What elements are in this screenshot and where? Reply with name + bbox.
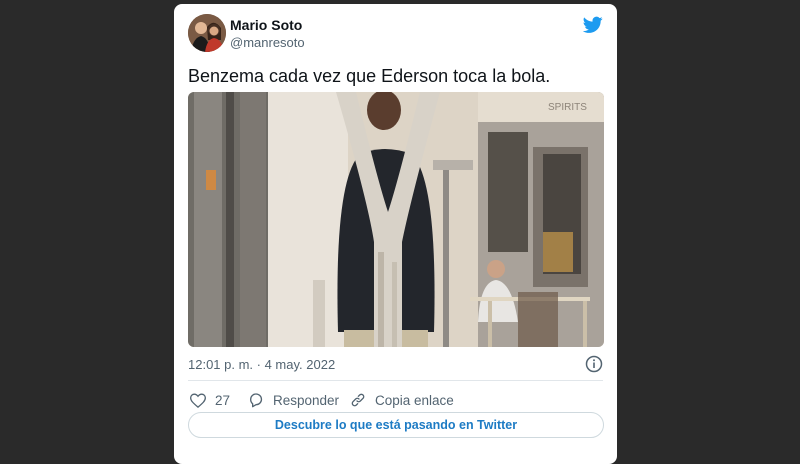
storefront-sign: SPIRITS xyxy=(548,102,587,113)
twitter-bird-icon[interactable] xyxy=(582,16,603,34)
heart-icon xyxy=(190,392,206,408)
reply-icon xyxy=(250,393,263,408)
tweet-actions: 27 Responder Copia enlace xyxy=(188,388,603,412)
avatar[interactable] xyxy=(188,14,226,52)
reply-label: Responder xyxy=(273,392,340,408)
author-name[interactable]: Mario Soto xyxy=(230,17,302,33)
tweet-meta: 12:01 p. m. · 4 may. 2022 xyxy=(188,355,603,375)
tweet-card: Mario Soto @manresoto Benzema cada vez q… xyxy=(174,4,617,464)
copy-link-button[interactable]: Copia enlace xyxy=(350,388,454,412)
divider xyxy=(188,380,603,381)
link-icon xyxy=(351,393,365,407)
like-button[interactable]: 27 xyxy=(190,388,230,412)
discover-twitter-button[interactable]: Descubre lo que está pasando en Twitter xyxy=(188,412,604,438)
tweet-text: Benzema cada vez que Ederson toca la bol… xyxy=(188,66,551,86)
author-handle[interactable]: @manresoto xyxy=(230,35,305,50)
copy-link-label: Copia enlace xyxy=(375,392,454,408)
tweet-photo[interactable]: SPIRITS xyxy=(188,92,604,347)
tweet-timestamp[interactable]: 12:01 p. m. · 4 may. 2022 xyxy=(188,357,335,372)
info-icon[interactable] xyxy=(585,355,603,373)
reply-button[interactable]: Responder xyxy=(248,388,339,412)
like-count: 27 xyxy=(215,392,231,408)
